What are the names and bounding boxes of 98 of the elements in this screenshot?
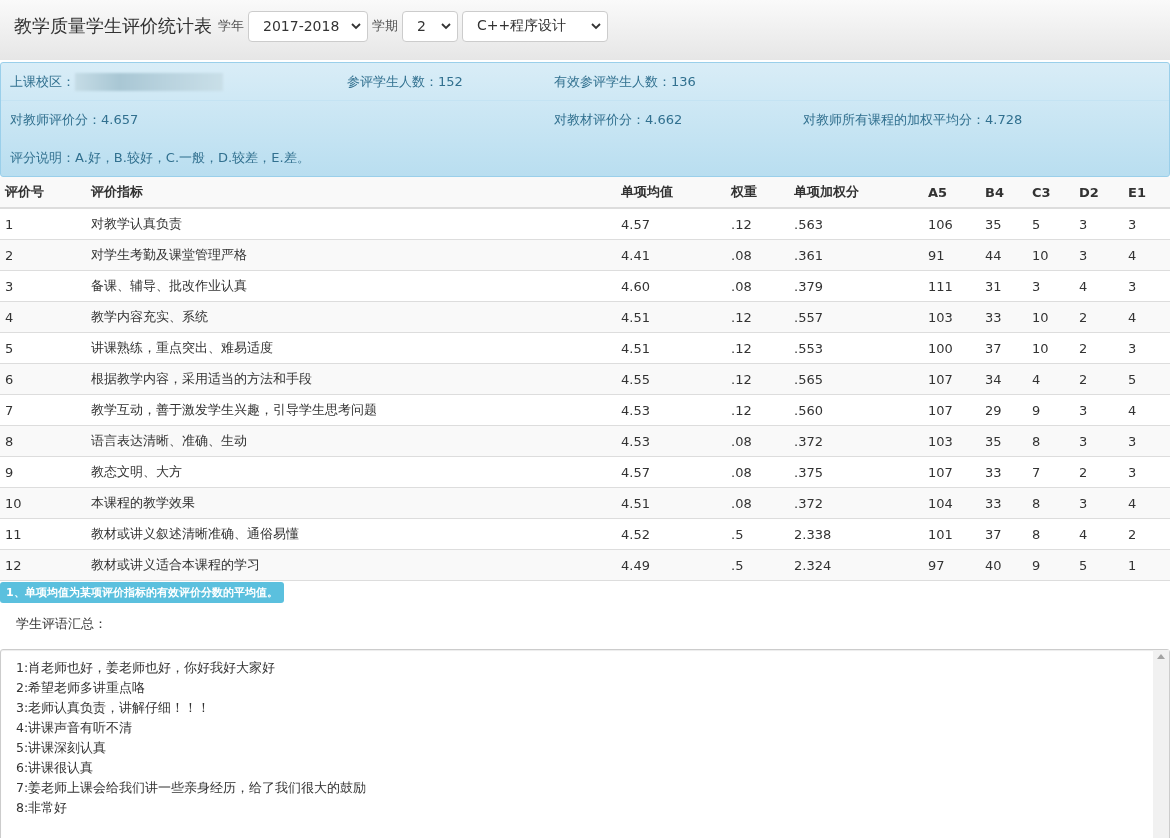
table-cell: 4 <box>1123 240 1170 271</box>
comment-line: 2:希望老师多讲重点咯 <box>16 679 147 697</box>
column-header: B4 <box>980 177 1027 209</box>
table-cell: 4.51 <box>616 488 726 519</box>
table-cell: 2 <box>1074 302 1123 333</box>
table-cell: 本课程的教学效果 <box>86 488 616 519</box>
caret-icon <box>351 22 361 30</box>
dropdown[interactable]: 2 <box>402 10 458 42</box>
table-cell: 教学内容充实、系统 <box>86 302 616 333</box>
table-cell: 5 <box>1123 364 1170 395</box>
table-cell: 40 <box>980 550 1027 581</box>
column-header: A5 <box>923 177 980 209</box>
note-label: 1、单项均值为某项评价指标的有效评价分数的平均值。 <box>0 582 284 603</box>
table-cell: 103 <box>923 426 980 457</box>
comments-textarea[interactable]: 1:肖老师也好，姜老师也好，你好我好大家好 2:希望老师多讲重点咯 3:老师认真负责，讲解仔细！！！ 4:讲课声音有听不清 5:讲课深刻认真 6:讲课很认真 7:姜老师上课会给我们讲一些亲身经历，给了我们很大的鼓励 8:非常好 <box>0 649 1170 838</box>
table-cell: .372 <box>789 488 923 519</box>
dropdown[interactable]: C++程序设计 <box>462 10 608 42</box>
table-cell: 10 <box>1027 240 1074 271</box>
table-cell: 4 <box>0 302 86 333</box>
table-cell: 10 <box>1027 302 1074 333</box>
comment-line: 4:讲课声音有听不清 <box>16 719 134 737</box>
comment-line: 8:非常好 <box>16 799 69 817</box>
table-cell: 对学生考勤及课堂管理严格 <box>86 240 616 271</box>
column-header: D2 <box>1074 177 1123 209</box>
table-cell: 9 <box>1027 550 1074 581</box>
table-cell: 4 <box>1027 364 1074 395</box>
table-cell: 12 <box>0 550 86 581</box>
comment-line: 5:讲课深刻认真 <box>16 739 108 757</box>
filter-label: 学期 <box>372 17 398 35</box>
table-cell: 8 <box>1027 488 1074 519</box>
summary-text: 参评学生人数：152 <box>347 72 463 91</box>
comment-line: 1:肖老师也好，姜老师也好，你好我好大家好 <box>16 659 277 677</box>
table-cell: .08 <box>726 426 789 457</box>
table-cell: 6 <box>0 364 86 395</box>
comment-line: 7:姜老师上课会给我们讲一些亲身经历，给了我们很大的鼓励 <box>16 779 368 797</box>
table-cell: 4.41 <box>616 240 726 271</box>
table-cell: 4.53 <box>616 426 726 457</box>
page-title: 教学质量学生评价统计表 <box>14 14 212 38</box>
table-cell: 教材或讲义适合本课程的学习 <box>86 550 616 581</box>
table-cell: .361 <box>789 240 923 271</box>
scroll-up-icon[interactable] <box>1157 654 1165 659</box>
table-cell: .12 <box>726 364 789 395</box>
table-cell: 4 <box>1123 488 1170 519</box>
table-cell: 3 <box>1074 240 1123 271</box>
table-cell: .5 <box>726 550 789 581</box>
table-cell: 44 <box>980 240 1027 271</box>
summary-label: 上课校区： <box>10 72 75 91</box>
table-cell: 4.49 <box>616 550 726 581</box>
table-cell: 8 <box>1027 426 1074 457</box>
table-cell: 根据教学内容，采用适当的方法和手段 <box>86 364 616 395</box>
table-cell: 97 <box>923 550 980 581</box>
table-cell: 3 <box>1074 488 1123 519</box>
column-header: 单项加权分 <box>789 177 923 209</box>
table-cell: .08 <box>726 240 789 271</box>
table-cell: 107 <box>923 364 980 395</box>
summary-text: 对教师评价分：4.657 <box>10 110 139 129</box>
summary-text: 评分说明：A.好，B.较好，C.一般，D.较差，E.差。 <box>10 148 310 167</box>
filter-label: 学年 <box>218 17 244 35</box>
dropdown[interactable]: 2017-2018 <box>248 10 368 42</box>
column-header: C3 <box>1027 177 1074 209</box>
table-cell: .557 <box>789 302 923 333</box>
table-cell: 2 <box>0 240 86 271</box>
table-cell: 2.324 <box>789 550 923 581</box>
comments-title: 学生评语汇总： <box>15 615 108 633</box>
table-cell: 33 <box>980 302 1027 333</box>
table-cell: .12 <box>726 302 789 333</box>
comment-line: 3:老师认真负责，讲解仔细！！！ <box>16 699 212 717</box>
table-cell: 5 <box>1074 550 1123 581</box>
table-cell: 语言表达清晰、准确、生动 <box>86 426 616 457</box>
caret-icon <box>591 22 601 30</box>
table-cell: 33 <box>980 488 1027 519</box>
table-cell: 4 <box>1123 302 1170 333</box>
column-header: 评价号 <box>0 177 86 209</box>
table-cell: 35 <box>980 426 1027 457</box>
table-cell: 8 <box>0 426 86 457</box>
table-cell: 4.51 <box>616 302 726 333</box>
table-cell: 2 <box>1074 364 1123 395</box>
column-header: 评价指标 <box>86 177 616 209</box>
table-cell: 4.55 <box>616 364 726 395</box>
column-header: 权重 <box>726 177 789 209</box>
table-cell: 34 <box>980 364 1027 395</box>
table-cell: 3 <box>1074 426 1123 457</box>
comment-line: 6:讲课很认真 <box>16 759 95 777</box>
table-cell: 10 <box>0 488 86 519</box>
column-header: 单项均值 <box>616 177 726 209</box>
table-cell: 104 <box>923 488 980 519</box>
table-cell: 91 <box>923 240 980 271</box>
summary-text: 对教师所有课程的加权平均分：4.728 <box>803 110 1023 129</box>
table-cell: 1 <box>1123 550 1170 581</box>
table-cell: .08 <box>726 488 789 519</box>
column-header: E1 <box>1123 177 1170 209</box>
table-cell: .565 <box>789 364 923 395</box>
caret-icon <box>441 22 451 30</box>
table-cell: 3 <box>1123 426 1170 457</box>
summary-text: 对教材评价分：4.662 <box>554 110 683 129</box>
summary-text: 有效参评学生人数：136 <box>554 72 696 91</box>
table-cell: .372 <box>789 426 923 457</box>
table-cell: 103 <box>923 302 980 333</box>
